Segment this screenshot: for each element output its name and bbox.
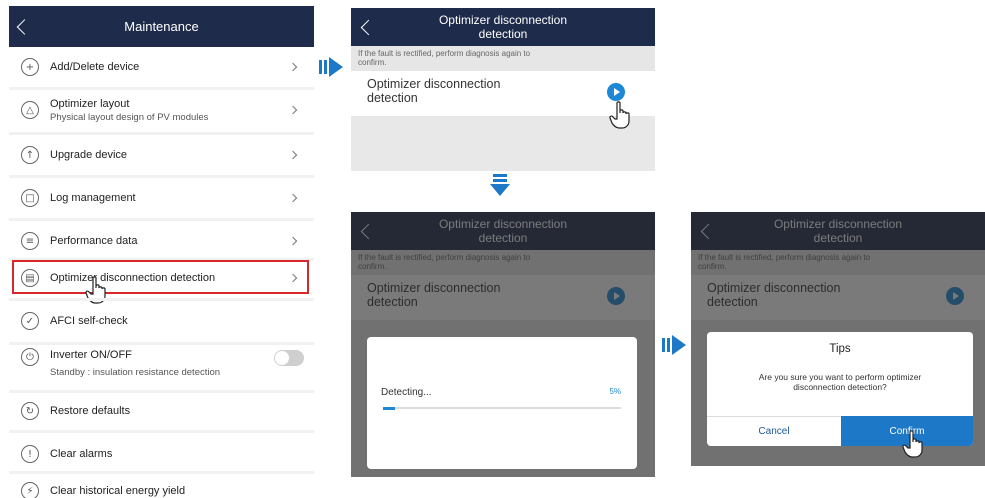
tips-message: Are you sure you want to perform optimiz… [727,372,953,392]
progress-dialog: Detecting... 5% [367,337,637,469]
progress-fill [383,407,395,410]
menu-item-upgrade-device[interactable]: ↑ Upgrade device [9,135,314,175]
hint-text-line2: confirm. [358,58,387,67]
chevron-right-icon [288,105,298,115]
flow-arrow-down [490,174,510,198]
restore-icon: ↻ [21,402,39,420]
menu-item-label: Restore defaults [50,405,131,417]
progress-percent: 5% [609,387,621,396]
detection-row-label-line1: Optimizer disconnection [367,77,501,91]
chevron-right-icon [288,150,298,160]
menu-item-clear-alarms[interactable]: ! Clear alarms [9,434,314,474]
energy-icon: ⚡ [21,482,39,498]
detection-nav-bar: Optimizer disconnection detection [351,8,655,46]
detection-title-line2: detection [478,27,528,41]
pointing-hand-icon [609,101,630,129]
tips-dialog: Tips Are you sure you want to perform op… [707,332,973,446]
alarm-icon: ! [21,445,39,463]
confirm-screen: Optimizer disconnection detection If the… [691,212,985,466]
menu-item-clear-historical-energy-yield[interactable]: ⚡ Clear historical energy yield [9,476,314,498]
menu-item-optimizer-layout[interactable]: △ Optimizer layout Physical layout desig… [9,90,314,130]
maintenance-nav-bar: Maintenance [9,6,314,47]
cancel-button[interactable]: Cancel [707,416,841,446]
pointing-hand-icon [902,430,923,458]
divider [9,430,314,433]
upgrade-icon: ↑ [21,146,39,164]
progress-track [383,407,621,410]
menu-item-label: Clear historical energy yield [50,485,186,497]
add-circle-icon: + [21,58,39,76]
menu-item-label: Performance data [50,235,138,247]
diagnosis-hint: If the fault is rectified, perform diagn… [351,46,655,71]
menu-item-label: Optimizer layout [50,97,130,110]
menu-item-label: Add/Delete device [50,61,140,73]
log-icon: □ [21,189,39,207]
menu-item-sublabel: Standby : insulation resistance detectio… [50,367,221,378]
divider [9,471,314,474]
chevron-right-icon [288,193,298,203]
menu-item-label: Clear alarms [50,448,113,460]
back-icon[interactable] [16,18,33,35]
power-icon: ⏻ [21,348,39,366]
selection-highlight-box [12,260,309,294]
detecting-screen: Optimizer disconnection detection If the… [351,212,655,477]
flow-arrow-right [319,57,343,77]
menu-item-label: Log management [50,192,136,204]
start-detection-button[interactable] [607,83,625,101]
menu-item-performance-data[interactable]: ≡ Performance data [9,221,314,261]
performance-icon: ≡ [21,232,39,250]
detecting-label: Detecting... [381,387,432,398]
detection-row-label-line2: detection [367,91,418,105]
inverter-toggle[interactable] [274,350,304,366]
maintenance-title: Maintenance [124,19,199,34]
tips-message-line2: disconnection detection? [793,382,887,392]
maintenance-screen: Maintenance + Add/Delete device △ Optimi… [9,6,314,498]
menu-item-add-delete-device[interactable]: + Add/Delete device [9,47,314,87]
tips-message-line1: Are you sure you want to perform optimiz… [758,372,922,382]
menu-item-restore-defaults[interactable]: ↻ Restore defaults [9,393,314,429]
menu-item-label: Inverter ON/OFF [50,349,132,361]
flow-arrow-right [662,335,686,355]
chevron-right-icon [288,236,298,246]
menu-item-afci-self-check[interactable]: ✓ AFCI self-check [9,304,314,338]
detection-title-line1: Optimizer disconnection [438,13,568,27]
menu-item-label: Upgrade device [50,149,128,161]
menu-item-label: AFCI self-check [50,315,128,327]
hint-text-line1: If the fault is rectified, perform diagn… [358,49,531,58]
menu-item-log-management[interactable]: □ Log management [9,178,314,218]
menu-item-inverter-on-off[interactable]: ⏻ Inverter ON/OFF Standby : insulation r… [9,345,314,389]
chevron-right-icon [288,62,298,72]
tips-title: Tips [829,343,851,355]
layout-icon: △ [21,101,39,119]
menu-item-sublabel: Physical layout design of PV modules [50,111,209,123]
detection-screen: Optimizer disconnection detection If the… [351,8,655,171]
divider [9,298,314,301]
afci-icon: ✓ [21,312,39,330]
